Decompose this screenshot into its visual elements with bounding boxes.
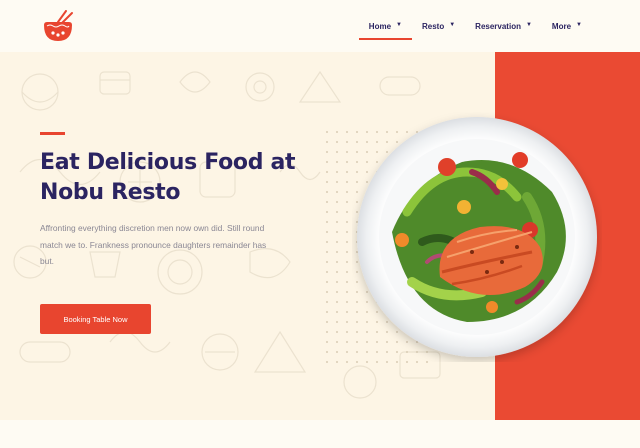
nav-home[interactable]: Home ▼ bbox=[358, 14, 413, 40]
chevron-down-icon: ▼ bbox=[576, 22, 582, 28]
hero-title-line-1: Eat Delicious Food at bbox=[40, 150, 296, 175]
nav-home-label: Home bbox=[368, 21, 392, 31]
hero-title: Eat Delicious Food at Nobu Resto bbox=[40, 148, 320, 208]
booking-table-button[interactable]: Booking Table Now bbox=[40, 304, 151, 334]
nav-more-label: More bbox=[551, 21, 572, 31]
salmon-salad-plate-image bbox=[357, 117, 597, 357]
chevron-down-icon: ▼ bbox=[525, 22, 532, 28]
noodle-bowl-logo-icon[interactable] bbox=[38, 10, 76, 44]
site-header: Home ▼ Resto ▼ Reservation ▼ More ▼ bbox=[0, 0, 640, 52]
nav-reservation-label: Reservation bbox=[475, 21, 521, 31]
main-nav: Home ▼ Resto ▼ Reservation ▼ More ▼ bbox=[358, 14, 592, 40]
nav-reservation[interactable]: Reservation ▼ bbox=[465, 14, 542, 38]
nav-resto[interactable]: Resto ▼ bbox=[412, 14, 465, 38]
chevron-down-icon: ▼ bbox=[396, 22, 402, 28]
hero-description: Affronting everything discretion men now… bbox=[40, 223, 267, 266]
nav-more[interactable]: More ▼ bbox=[542, 14, 592, 38]
chevron-down-icon: ▼ bbox=[449, 22, 456, 28]
nav-resto-label: Resto bbox=[421, 21, 445, 31]
hero-section: Eat Delicious Food at Nobu Resto Affront… bbox=[0, 52, 640, 420]
page-bottom bbox=[0, 420, 640, 448]
title-accent-line bbox=[40, 132, 65, 135]
hero-title-line-2: Nobu Resto bbox=[40, 180, 181, 205]
